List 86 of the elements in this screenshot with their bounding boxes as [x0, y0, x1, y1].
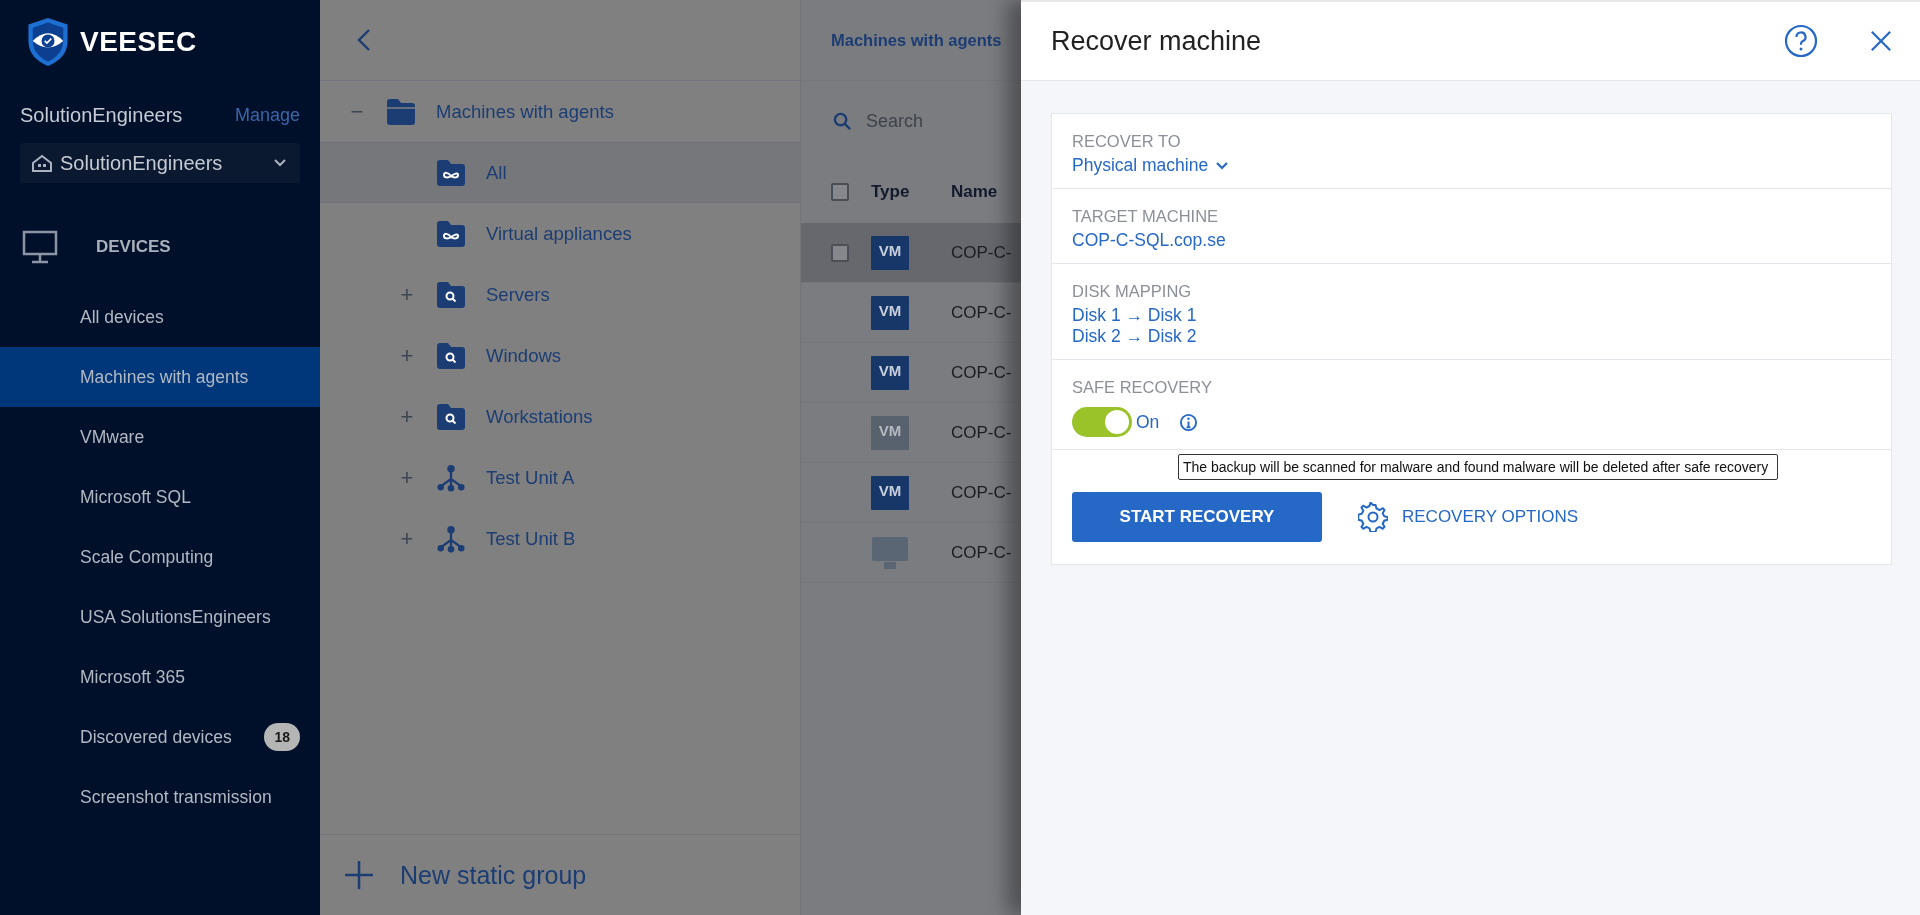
search-field[interactable]: Search	[864, 109, 998, 133]
table-row[interactable]: VM COP-C-	[801, 343, 1021, 403]
back-chevron-icon[interactable]	[357, 28, 371, 52]
field-label: TARGET MACHINE	[1072, 207, 1219, 226]
infinity-folder-icon	[436, 158, 466, 187]
virtual-machine-icon: VM	[871, 475, 909, 510]
value-link[interactable]: Disk 2 → Disk 2	[1072, 326, 1197, 347]
expand-toggle[interactable]: +	[392, 464, 422, 491]
hierarchy-icon	[436, 463, 466, 492]
expand-toggle[interactable]: +	[392, 281, 422, 308]
tree-item[interactable]: Virtual appliances	[320, 203, 800, 264]
logo-text: VEESEC	[80, 26, 197, 58]
table-cell: COP-C-	[951, 422, 1012, 443]
plus-icon	[344, 860, 374, 890]
manage-link[interactable]: Manage	[234, 105, 300, 126]
expand-toggle[interactable]: +	[392, 525, 422, 552]
nav-item[interactable]: VMware	[0, 407, 320, 467]
toggle-state: On	[1136, 411, 1160, 433]
chevron-down-icon	[274, 159, 286, 167]
table-row[interactable]: VM COP-C-	[801, 283, 1021, 343]
table-cell: COP-C-	[951, 362, 1012, 383]
tree-item[interactable]: + Test Unit A	[320, 447, 800, 508]
tree-item[interactable]: + Workstations	[320, 386, 800, 447]
organization-name: SolutionEngineers	[20, 104, 183, 127]
recover-to-dropdown[interactable]: Physical machine	[1072, 155, 1229, 176]
section-title: DEVICES	[96, 237, 171, 257]
tenant-selector[interactable]: SolutionEngineers	[20, 143, 300, 183]
expand-toggle[interactable]: +	[392, 403, 422, 430]
field-label: DISK MAPPING	[1072, 282, 1192, 301]
tooltip: The backup will be scanned for malware and found malware will be deleted after safe recovery	[1178, 454, 1778, 480]
nav-item[interactable]: Screenshot transmission	[0, 767, 320, 827]
select-all-checkbox[interactable]	[831, 183, 849, 201]
field-label: RECOVER TO	[1072, 132, 1181, 151]
tree-item[interactable]: + Servers	[320, 264, 800, 325]
table-cell: COP-C-	[951, 542, 1012, 563]
column-header[interactable]: Name	[951, 182, 998, 202]
nav-item[interactable]: Scale Computing	[0, 527, 320, 587]
gear-icon	[1358, 502, 1388, 532]
search-folder-icon	[436, 341, 466, 370]
tree-item[interactable]: + Windows	[320, 325, 800, 386]
virtual-machine-icon: VM	[871, 415, 909, 450]
collapse-toggle[interactable]: −	[342, 98, 372, 125]
breadcrumb-title[interactable]: Machines with agents	[831, 30, 1002, 50]
virtual-machine-icon: VM	[871, 355, 909, 390]
monitor-icon	[22, 230, 58, 264]
table-cell: COP-C-	[951, 482, 1012, 503]
field-label: SAFE RECOVERY	[1072, 378, 1212, 397]
value-link[interactable]: COP-C-SQL.cop.se	[1072, 230, 1226, 251]
table-cell: COP-C-	[951, 302, 1012, 323]
tree-item[interactable]: − Machines with agents	[320, 81, 800, 142]
folder-icon	[386, 97, 416, 126]
row-checkbox[interactable]	[831, 243, 849, 262]
new-static-group-button[interactable]: New static group	[320, 835, 800, 915]
expand-toggle[interactable]: +	[392, 342, 422, 369]
chevron-down-icon	[1216, 161, 1229, 170]
nav-item[interactable]: USA SolutionsEngineers	[0, 587, 320, 647]
close-icon[interactable]	[1870, 30, 1892, 52]
virtual-machine-icon: VM	[871, 235, 909, 270]
building-icon	[32, 154, 52, 172]
panel-title: Recover machine	[1051, 25, 1263, 57]
virtual-machine-icon: VM	[871, 295, 909, 330]
table-row[interactable]: VM COP-C-	[801, 223, 1021, 283]
tree-item[interactable]: + Test Unit B	[320, 508, 800, 569]
search-folder-icon	[436, 402, 466, 431]
hierarchy-icon	[436, 524, 466, 553]
nav-item[interactable]: All devices	[0, 287, 320, 347]
recovery-options-button[interactable]: RECOVERY OPTIONS	[1352, 501, 1585, 533]
start-recovery-button[interactable]: START RECOVERY	[1072, 492, 1322, 542]
nav-item[interactable]: Discovered devices 18	[0, 707, 320, 767]
search-icon	[833, 111, 852, 131]
help-icon[interactable]	[1784, 24, 1818, 58]
search-folder-icon	[436, 280, 466, 309]
toggle-switch[interactable]	[1072, 407, 1132, 437]
tree-item[interactable]: All	[320, 142, 800, 203]
table-cell: COP-C-	[951, 242, 1012, 263]
column-header[interactable]: Type	[871, 182, 951, 202]
nav-item[interactable]: Machines with agents	[0, 347, 320, 407]
value-link[interactable]: Disk 1 → Disk 1	[1072, 305, 1197, 326]
table-row[interactable]: VM COP-C-	[801, 403, 1021, 463]
nav-item[interactable]: Microsoft 365	[0, 647, 320, 707]
table-row[interactable]: COP-C-	[801, 523, 1021, 583]
infinity-folder-icon	[436, 219, 466, 248]
nav-item[interactable]: Microsoft SQL	[0, 467, 320, 527]
count-badge: 18	[264, 723, 300, 751]
info-icon[interactable]	[1179, 412, 1199, 432]
table-row[interactable]: VM COP-C-	[801, 463, 1021, 523]
